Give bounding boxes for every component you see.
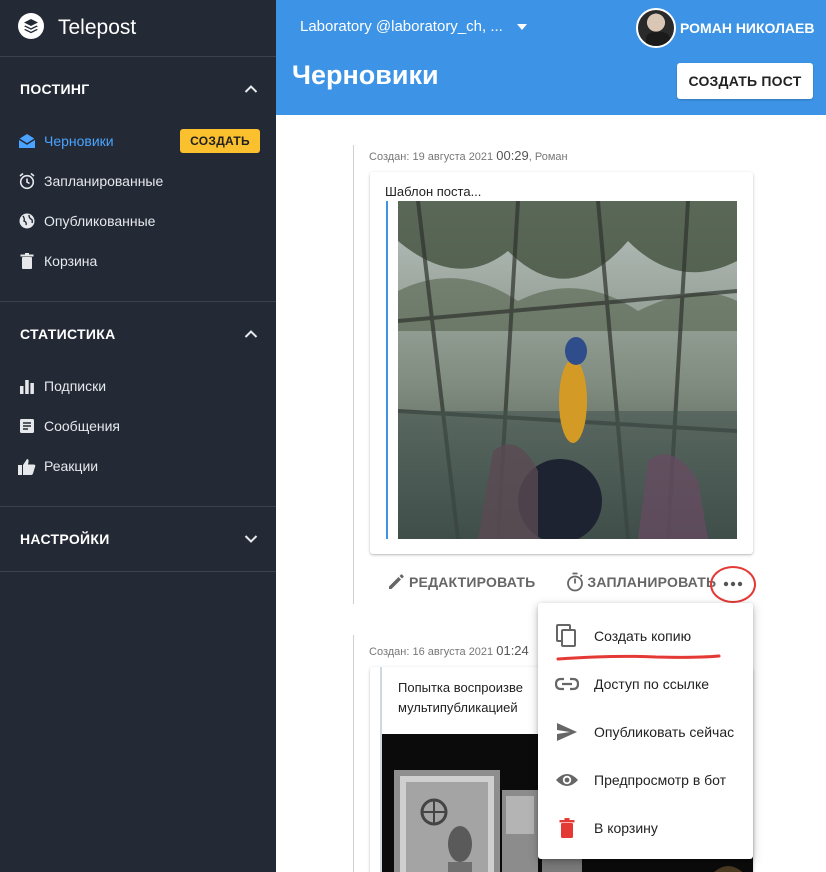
annotation-red-circle bbox=[710, 566, 756, 603]
posting-section-title: ПОСТИНГ bbox=[20, 81, 90, 97]
chevron-up-icon bbox=[244, 326, 258, 342]
post-created-time: 00:29 bbox=[496, 148, 529, 163]
menu-item-move-to-trash[interactable]: В корзину bbox=[538, 804, 753, 852]
post-text: Попытка воспроизве мультипубликацией bbox=[398, 678, 523, 718]
post-created-time: 01:24 bbox=[496, 643, 529, 658]
settings-section-header[interactable]: НАСТРОЙКИ bbox=[0, 507, 276, 571]
message-icon bbox=[18, 417, 36, 435]
create-draft-button[interactable]: СОЗДАТЬ bbox=[180, 129, 260, 153]
top-header: Laboratory @laboratory_ch, ... РОМАН НИК… bbox=[276, 0, 826, 115]
brand-name: Telepost bbox=[58, 16, 137, 39]
post-meta: Создан: 19 августа 2021 00:29, Роман bbox=[369, 148, 568, 163]
post-created-date: Создан: 19 августа 2021 bbox=[369, 151, 494, 163]
channel-selector[interactable]: Laboratory @laboratory_ch, ... bbox=[300, 18, 527, 35]
menu-item-label: Доступ по ссылке bbox=[594, 676, 710, 692]
sidebar-item-label: Черновики bbox=[44, 133, 114, 149]
sidebar-item-label: Корзина bbox=[44, 253, 98, 269]
link-icon bbox=[554, 672, 580, 696]
sidebar-item-reactions[interactable]: Реакции bbox=[0, 446, 276, 486]
menu-item-label: Создать копию bbox=[594, 628, 692, 644]
dropdown-caret-icon bbox=[516, 23, 527, 30]
globe-icon bbox=[18, 212, 36, 230]
sidebar-item-label: Опубликованные bbox=[44, 213, 156, 229]
post-author: , Роман bbox=[528, 151, 568, 163]
post-options-menu: Создать копию Доступ по ссылке Опубликов… bbox=[538, 603, 753, 859]
drafts-icon bbox=[18, 132, 36, 150]
post-video-thumbnail[interactable] bbox=[398, 201, 737, 539]
thumb-up-icon bbox=[18, 457, 36, 475]
sidebar-item-subscriptions[interactable]: Подписки bbox=[0, 366, 276, 406]
post-actions: РЕДАКТИРОВАТЬ ЗАПЛАНИРОВАТЬ bbox=[387, 572, 716, 592]
schedule-post-label: ЗАПЛАНИРОВАТЬ bbox=[587, 574, 717, 590]
menu-item-preview-bot[interactable]: Предпросмотр в бот bbox=[538, 756, 753, 804]
posting-section: ПОСТИНГ Черновики СОЗДАТЬ Запланированны… bbox=[0, 56, 276, 301]
sidebar: Telepost ПОСТИНГ Черновики СОЗДАТЬ Запла… bbox=[0, 0, 276, 872]
post-created-date: Создан: 16 августа 2021 bbox=[369, 646, 494, 658]
layers-logo-icon bbox=[18, 12, 44, 44]
bar-chart-icon bbox=[18, 377, 36, 395]
user-name: РОМАН НИКОЛАЕВ bbox=[680, 20, 815, 36]
eye-icon bbox=[554, 768, 580, 792]
menu-item-label: Опубликовать сейчас bbox=[594, 724, 735, 740]
create-post-button[interactable]: СОЗДАТЬ ПОСТ bbox=[677, 63, 813, 99]
sidebar-item-label: Запланированные bbox=[44, 173, 164, 189]
timer-icon bbox=[565, 572, 585, 592]
menu-item-publish-now[interactable]: Опубликовать сейчас bbox=[538, 708, 753, 756]
avatar bbox=[636, 8, 676, 48]
trash-icon bbox=[18, 252, 36, 270]
pencil-icon bbox=[387, 573, 405, 591]
sidebar-item-scheduled[interactable]: Запланированные bbox=[0, 161, 276, 201]
stats-section: СТАТИСТИКА Подписки Сообщения Реакции bbox=[0, 301, 276, 506]
chevron-down-icon bbox=[244, 531, 258, 547]
trash-icon bbox=[554, 816, 580, 840]
schedule-post-button[interactable]: ЗАПЛАНИРОВАТЬ bbox=[565, 572, 716, 592]
annotation-red-underline bbox=[556, 654, 721, 661]
sidebar-item-messages[interactable]: Сообщения bbox=[0, 406, 276, 446]
sidebar-item-drafts[interactable]: Черновики СОЗДАТЬ bbox=[0, 121, 276, 161]
sidebar-item-trash[interactable]: Корзина bbox=[0, 241, 276, 281]
page-title: Черновики bbox=[292, 60, 439, 90]
alarm-icon bbox=[18, 172, 36, 190]
chevron-up-icon bbox=[244, 81, 258, 97]
post-text: Шаблон поста... bbox=[385, 184, 482, 199]
post-text-line: Попытка воспроизве bbox=[398, 680, 523, 695]
settings-section-title: НАСТРОЙКИ bbox=[20, 531, 110, 547]
menu-item-label: В корзину bbox=[594, 820, 658, 836]
post-thread-line bbox=[353, 145, 354, 604]
edit-post-label: РЕДАКТИРОВАТЬ bbox=[409, 574, 536, 590]
post-card[interactable]: Шаблон поста... bbox=[370, 172, 753, 554]
channel-name: Laboratory @laboratory_ch, ... bbox=[300, 18, 503, 35]
stats-section-title: СТАТИСТИКА bbox=[20, 326, 116, 342]
post-meta: Создан: 16 августа 2021 01:24 bbox=[369, 643, 529, 658]
settings-section: НАСТРОЙКИ bbox=[0, 506, 276, 572]
sidebar-item-label: Сообщения bbox=[44, 418, 120, 434]
copy-icon bbox=[554, 624, 580, 648]
sidebar-item-published[interactable]: Опубликованные bbox=[0, 201, 276, 241]
user-menu[interactable]: РОМАН НИКОЛАЕВ bbox=[636, 8, 814, 48]
sidebar-item-label: Подписки bbox=[44, 378, 107, 394]
post-thread-line bbox=[353, 635, 354, 872]
sidebar-item-label: Реакции bbox=[44, 458, 99, 474]
brand[interactable]: Telepost bbox=[0, 0, 276, 56]
menu-item-link-access[interactable]: Доступ по ссылке bbox=[538, 660, 753, 708]
edit-post-button[interactable]: РЕДАКТИРОВАТЬ bbox=[387, 573, 535, 591]
posting-section-header[interactable]: ПОСТИНГ bbox=[0, 57, 276, 121]
post-text-line: мультипубликацией bbox=[398, 700, 518, 715]
send-icon bbox=[554, 720, 580, 744]
stats-section-header[interactable]: СТАТИСТИКА bbox=[0, 302, 276, 366]
menu-item-label: Предпросмотр в бот bbox=[594, 772, 727, 788]
media-quote-bar bbox=[386, 201, 388, 539]
